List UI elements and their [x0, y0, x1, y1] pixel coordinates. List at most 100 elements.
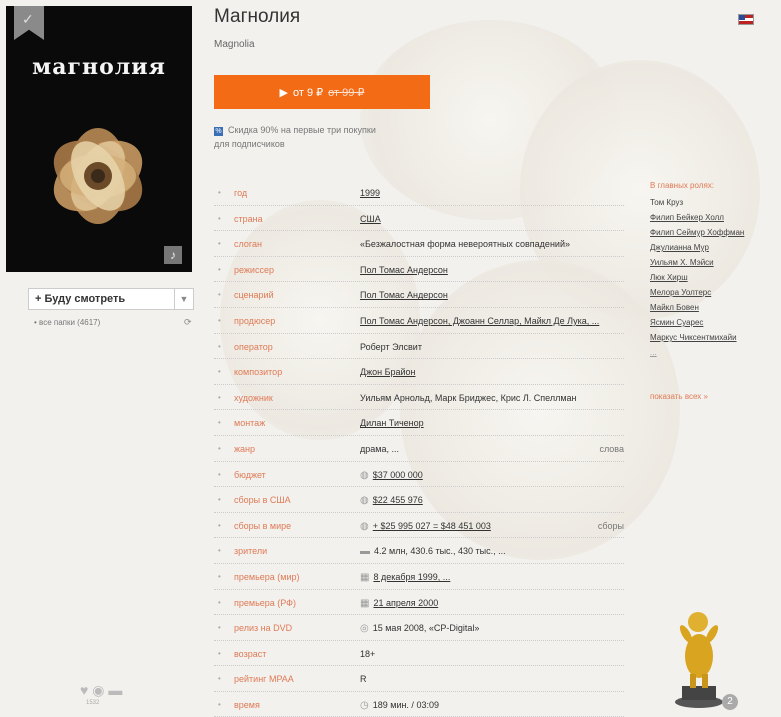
- info-key: сценарий: [234, 290, 274, 301]
- info-value-text: 15 мая 2008, «CP-Digital»: [372, 623, 480, 634]
- heart-icon[interactable]: ♥: [80, 682, 88, 698]
- info-value[interactable]: ▦ 8 декабря 1999, ...: [360, 572, 450, 583]
- info-extra-link[interactable]: слова: [599, 444, 624, 454]
- social-count: 1532: [86, 700, 100, 706]
- info-value-text: драма, ...: [360, 443, 399, 454]
- bullet: •: [218, 546, 221, 556]
- info-value-text: Пол Томас Андерсон: [360, 264, 448, 275]
- info-row: • премьера (РФ) ▦ 21 апреля 2000: [214, 590, 624, 616]
- info-value: драма, ...: [360, 444, 399, 454]
- music-note-icon[interactable]: ♪: [164, 246, 182, 264]
- bullet: •: [218, 418, 221, 428]
- actor-link[interactable]: Мелора Уолтерс: [650, 288, 775, 303]
- info-key: жанр: [234, 443, 256, 454]
- settings-icon[interactable]: ⟳: [184, 317, 192, 328]
- info-row: • зрители ▬ 4.2 млн, 430.6 тыс., 430 тыс., …: [214, 538, 624, 564]
- info-value[interactable]: ◍ + $25 995 027 = $48 451 003: [360, 521, 491, 532]
- info-row: • художник Уильям Арнольд, Марк Бриджес, К…: [214, 385, 624, 411]
- info-value: «Безжалостная форма невероятных совпаден…: [360, 239, 570, 249]
- info-value[interactable]: США: [360, 214, 381, 224]
- actor-link[interactable]: Том Круз: [650, 198, 775, 213]
- info-key: зрители: [234, 546, 268, 557]
- info-key: продюсер: [234, 315, 276, 326]
- poster-title: магнолия: [32, 54, 166, 80]
- info-value[interactable]: ◍ $22 455 976: [360, 495, 423, 506]
- chevron-down-icon[interactable]: ▼: [174, 289, 193, 309]
- info-value[interactable]: Джон Брайон: [360, 367, 416, 377]
- info-row: • композитор Джон Брайон: [214, 359, 624, 385]
- actor-link[interactable]: Филип Бейкер Холл: [650, 213, 775, 228]
- info-row: • слоган «Безжалостная форма невероятных с…: [214, 231, 624, 257]
- show-all-actors-link[interactable]: показать всех »: [650, 392, 708, 401]
- info-key: премьера (РФ): [234, 597, 297, 608]
- info-value-text: 189 мин. / 03:09: [372, 699, 439, 710]
- golden-bear-award[interactable]: 2: [664, 590, 744, 710]
- magnolia-flower-image: [53, 128, 143, 224]
- actor-link[interactable]: Уильям Х. Мэйси: [650, 258, 775, 273]
- eye-icon[interactable]: ◉: [92, 682, 104, 698]
- info-row: • рейтинг MPAA R: [214, 666, 624, 692]
- info-value-text: $22 455 976: [372, 495, 423, 506]
- info-row: • сборы в мире ◍ + $25 995 027 = $48 451 00…: [214, 513, 624, 539]
- actor-link[interactable]: Маркус Чиксентмихайи: [650, 333, 775, 348]
- bullet: •: [218, 469, 221, 479]
- actor-link[interactable]: Люк Хирш: [650, 273, 775, 288]
- info-value[interactable]: Пол Томас Андерсон, Джоанн Селлар, Майкл…: [360, 316, 599, 326]
- movie-poster[interactable]: ✓ магнолия ♪: [6, 6, 192, 272]
- info-value-text: $37 000 000: [372, 469, 423, 480]
- bullet: •: [218, 213, 221, 223]
- actor-link[interactable]: Филип Сеймур Хоффман: [650, 228, 775, 243]
- info-row: • страна США: [214, 206, 624, 232]
- info-value: ◷ 189 мин. / 03:09: [360, 700, 439, 711]
- award-statue-icon: [675, 612, 723, 708]
- main-roles: В главных ролях: Том Круз Филип Бейкер Хо…: [650, 181, 775, 401]
- bullet: •: [218, 495, 221, 505]
- info-value-text: + $25 995 027 = $48 451 003: [372, 520, 491, 531]
- buy-button[interactable]: ▶ от 9 ₽ от 99 ₽: [214, 75, 430, 109]
- info-key: режиссер: [234, 264, 274, 275]
- comment-icon[interactable]: ▬: [108, 682, 122, 698]
- actor-link[interactable]: Ясмин Суарес: [650, 318, 775, 333]
- info-row: • время ◷ 189 мин. / 03:09: [214, 692, 624, 717]
- award-count-badge[interactable]: 2: [722, 694, 738, 710]
- bullet: •: [218, 571, 221, 581]
- info-key: композитор: [234, 367, 283, 378]
- info-row: • оператор Роберт Элсвит: [214, 334, 624, 360]
- all-folders-link[interactable]: • все папки (4617): [34, 318, 100, 327]
- info-row: • жанр драма, ... слова: [214, 436, 624, 462]
- flags-icon: ▬: [360, 546, 370, 558]
- info-row: • релиз на DVD ◎ 15 мая 2008, «CP-Digital»: [214, 615, 624, 641]
- coin-icon: ◍: [360, 469, 369, 481]
- bullet: •: [218, 367, 221, 377]
- info-row: • премьера (мир) ▦ 8 декабря 1999, ...: [214, 564, 624, 590]
- old-price: от 99 ₽: [328, 86, 365, 99]
- buy-label: от 9 ₽: [293, 86, 324, 99]
- disc-icon: ◎: [360, 623, 369, 635]
- bullet: •: [218, 648, 221, 658]
- will-watch-label: + Буду смотреть: [35, 293, 126, 305]
- bullet: •: [218, 315, 221, 325]
- info-key: сборы в США: [234, 495, 291, 506]
- info-value[interactable]: Пол Томас Андерсон: [360, 290, 448, 300]
- actor-link[interactable]: Джулианна Мур: [650, 243, 775, 258]
- bullet: •: [218, 290, 221, 300]
- info-key: релиз на DVD: [234, 623, 293, 634]
- info-key: сборы в мире: [234, 520, 292, 531]
- info-value[interactable]: ◍ $37 000 000: [360, 470, 423, 481]
- info-value[interactable]: ▦ 21 апреля 2000: [360, 598, 438, 609]
- info-value[interactable]: Дилан Тиченор: [360, 418, 424, 428]
- info-value: ◎ 15 мая 2008, «CP-Digital»: [360, 623, 479, 634]
- info-value[interactable]: 1999: [360, 188, 380, 198]
- info-value-text: Роберт Элсвит: [360, 341, 422, 352]
- calendar-icon: ▦: [360, 597, 370, 609]
- info-key: страна: [234, 213, 263, 224]
- play-icon: ▶: [279, 86, 289, 99]
- movie-info-table: • год 1999 • страна США • слоган «Безжалостная ф…: [214, 180, 624, 717]
- info-extra-link[interactable]: сборы: [598, 521, 624, 531]
- bullet: •: [218, 597, 221, 607]
- will-watch-dropdown[interactable]: + Буду смотреть ▼: [28, 288, 194, 310]
- info-value: 18+: [360, 649, 375, 659]
- info-key: монтаж: [234, 418, 266, 429]
- info-value[interactable]: Пол Томас Андерсон: [360, 265, 448, 275]
- actor-link[interactable]: Майкл Бовен: [650, 303, 775, 318]
